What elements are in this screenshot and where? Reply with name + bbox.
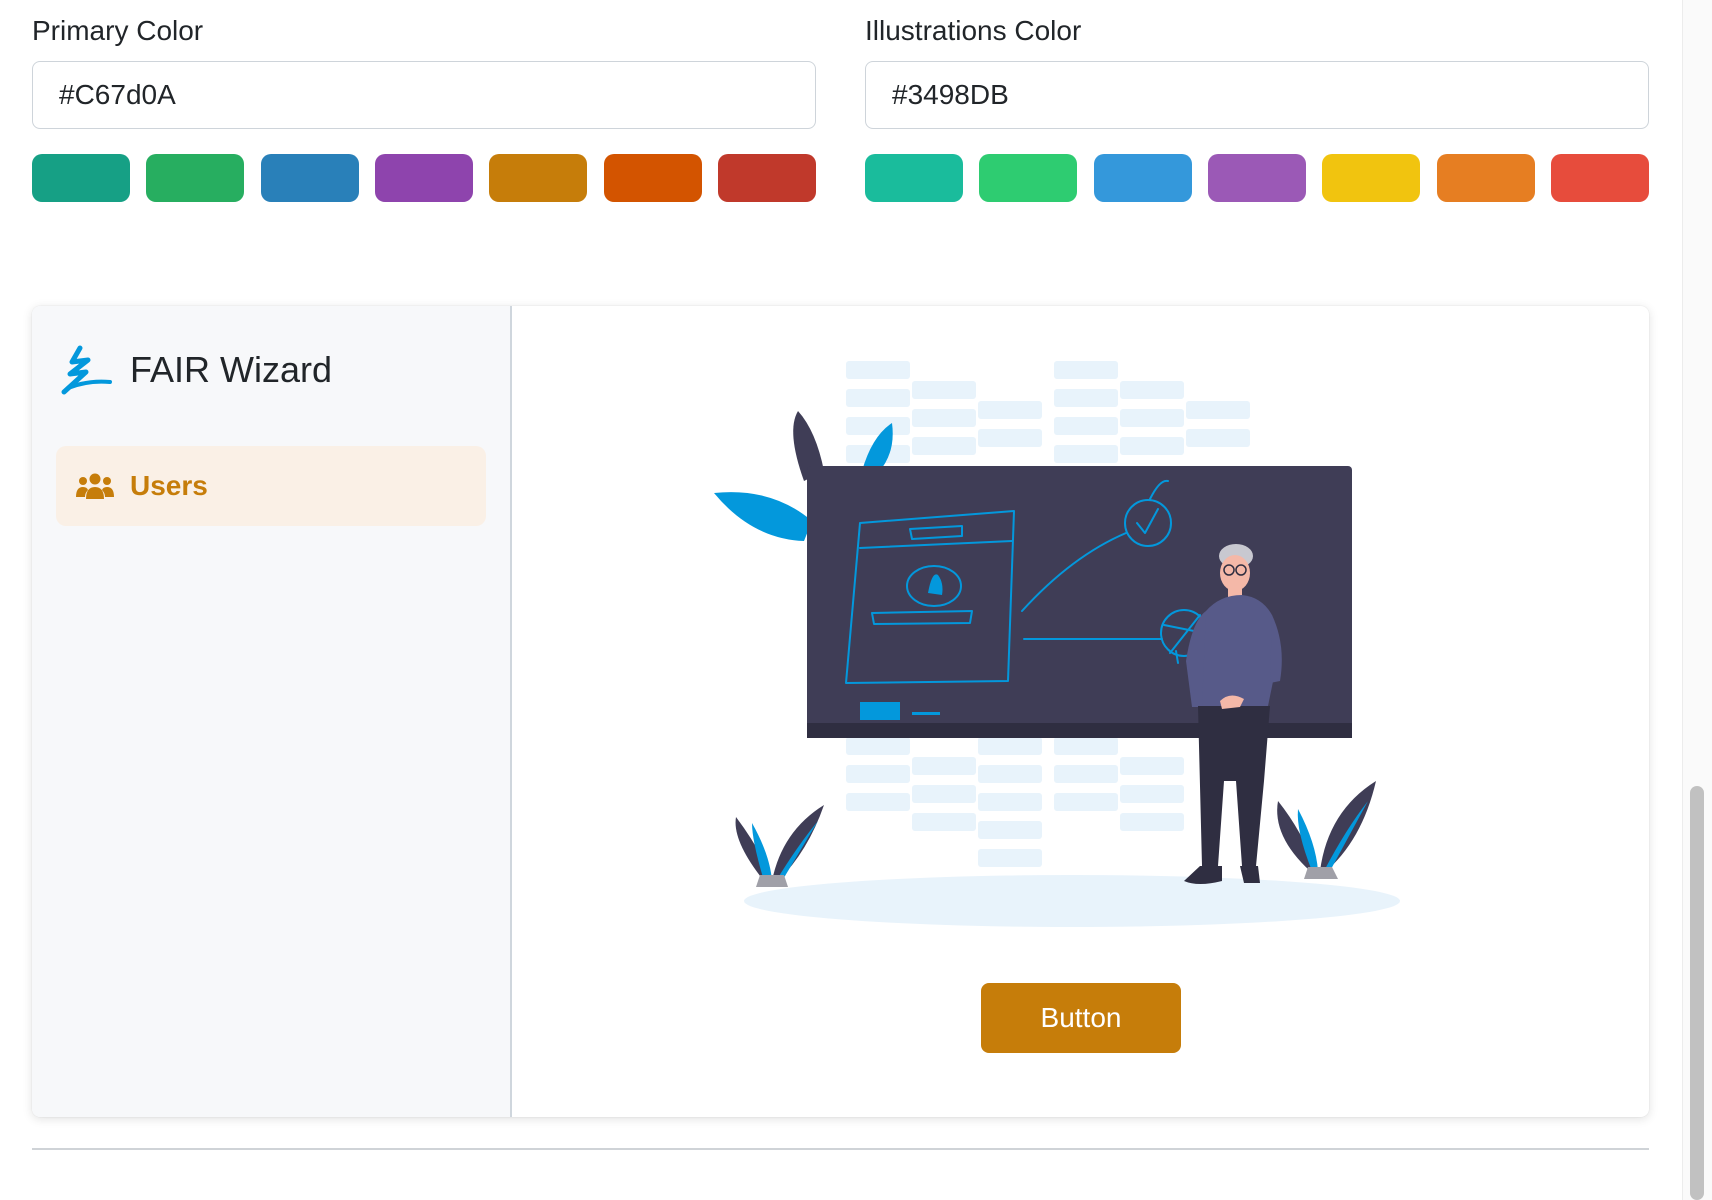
illustrations-swatch-5[interactable]	[1322, 154, 1421, 202]
primary-swatch-6[interactable]	[603, 154, 702, 202]
sidebar-item-users[interactable]: Users	[56, 446, 486, 526]
brand: FAIR Wizard	[58, 340, 332, 400]
illustrations-swatch-6[interactable]	[1436, 154, 1535, 202]
section-divider	[32, 1148, 1649, 1150]
illustrations-color-swatches	[865, 154, 1649, 202]
preview-content: Button	[512, 306, 1649, 1117]
illustrations-swatch-7[interactable]	[1550, 154, 1649, 202]
sidebar-item-label: Users	[130, 470, 208, 501]
primary-color-label: Primary Color	[32, 15, 204, 46]
scrollbar-thumb[interactable]	[1690, 786, 1704, 1200]
primary-color-swatches	[32, 154, 816, 202]
illustrations-swatch-4[interactable]	[1207, 154, 1306, 202]
primary-swatch-4[interactable]	[374, 154, 473, 202]
illustrations-swatch-3[interactable]	[1093, 154, 1192, 202]
fair-wizard-logo-icon	[61, 345, 112, 395]
primary-color-input[interactable]	[32, 61, 816, 129]
preview-button[interactable]: Button	[981, 983, 1181, 1053]
brand-name: FAIR Wizard	[130, 349, 333, 390]
primary-swatch-1[interactable]	[32, 154, 130, 202]
illustrations-swatch-1[interactable]	[865, 154, 963, 202]
illustrations-swatch-2[interactable]	[979, 154, 1078, 202]
primary-swatch-3[interactable]	[260, 154, 359, 202]
users-icon	[76, 471, 114, 501]
primary-swatch-7[interactable]	[717, 154, 816, 202]
primary-swatch-5[interactable]	[489, 154, 588, 202]
theme-preview: FAIR Wizard Users Button	[32, 306, 1649, 1117]
illustrations-color-label: Illustrations Color	[865, 15, 1082, 46]
presentation-illustration	[714, 361, 1400, 927]
primary-swatch-2[interactable]	[146, 154, 245, 202]
preview-sidebar: FAIR Wizard Users	[32, 306, 512, 1117]
illustrations-color-input[interactable]	[865, 61, 1649, 129]
